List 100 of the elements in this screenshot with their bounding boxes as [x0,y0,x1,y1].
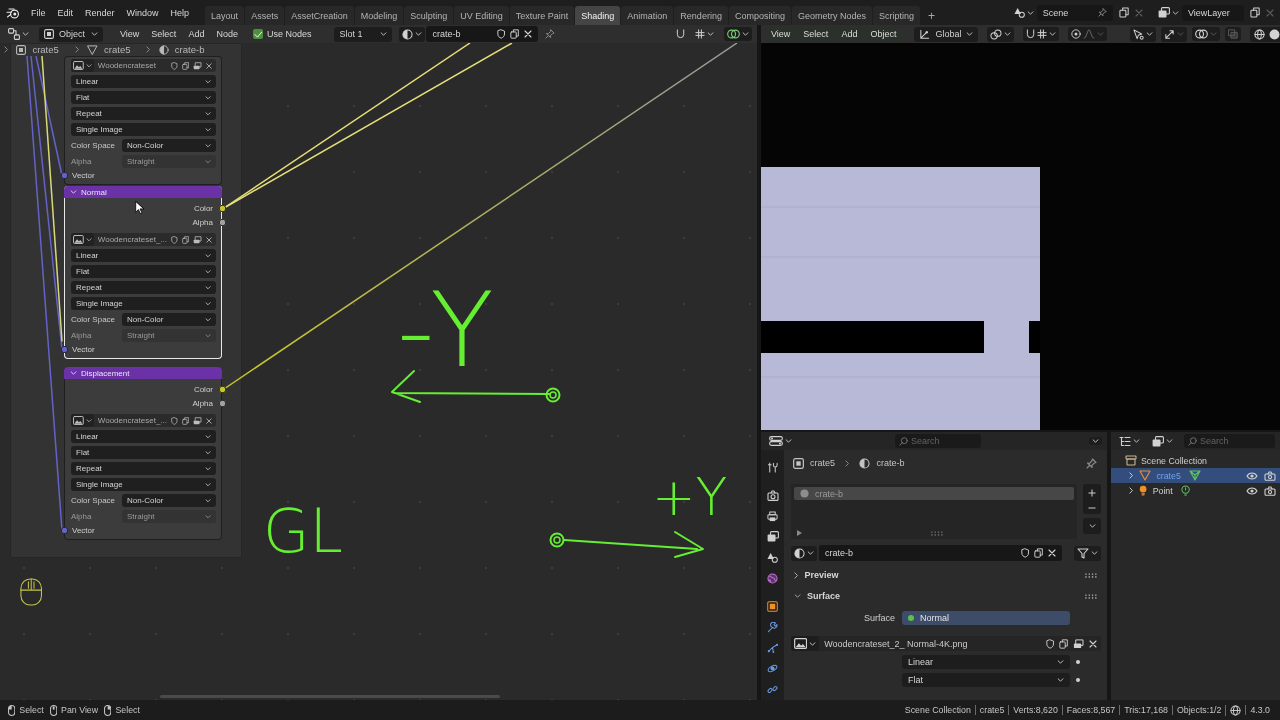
copy-icon[interactable] [181,61,190,70]
mode-dropdown[interactable]: Object [39,26,103,42]
shield-icon[interactable] [496,29,506,39]
view-layer-field[interactable]: ViewLayer [1181,4,1244,21]
workspace-tab[interactable]: Texture Paint [509,6,575,25]
dropdown[interactable]: Linear [71,430,216,443]
chevron-down-icon[interactable] [794,594,801,598]
close-icon[interactable] [206,236,212,243]
menu-item[interactable]: Object [865,26,902,42]
menu-item[interactable]: View [766,26,796,42]
add-workspace-button[interactable]: + [920,6,942,25]
camera-icon[interactable] [766,489,779,501]
menu-item[interactable]: Render [79,4,121,21]
socket-icon[interactable] [60,346,68,353]
eye-icon[interactable] [1246,471,1258,480]
image-browse-button[interactable] [71,233,94,246]
copy-icon[interactable] [181,235,190,244]
shield-icon[interactable] [1020,548,1029,558]
chevron-right-icon[interactable] [1129,472,1134,479]
pivot-button[interactable] [987,26,1015,42]
overlays-button[interactable] [1192,27,1221,41]
dropdown[interactable]: Flat [71,446,216,459]
app-logo-icon[interactable] [6,6,20,19]
globe-icon[interactable] [767,572,778,584]
eye-icon[interactable] [1246,486,1258,495]
dropdown[interactable]: Flat [902,673,1070,687]
package-icon[interactable] [1073,638,1084,649]
menu-item[interactable]: Select [145,26,183,42]
workspace-tab[interactable]: Shading [575,6,621,25]
package-icon[interactable] [193,61,202,70]
dropdown[interactable]: Single Image [71,123,216,136]
workspace-tab[interactable]: UV Editing [454,6,509,25]
search-field[interactable]: Search [895,434,981,448]
node-tree-button[interactable] [1074,545,1101,561]
square-icon[interactable] [767,600,778,612]
package-icon[interactable] [193,416,202,425]
workspace-tab[interactable]: Scripting [872,6,920,25]
panel-header[interactable]: Surface [791,589,1101,603]
selectability-button[interactable] [1130,26,1157,42]
dropdown[interactable]: Linear [71,249,216,262]
slot-dropdown[interactable]: Slot 1 [334,26,393,42]
package-icon[interactable] [193,235,202,244]
dropdown[interactable]: Non-Color [122,494,216,507]
copy-icon[interactable] [1249,7,1260,18]
gizmo-button[interactable] [1161,26,1188,42]
dropdown[interactable]: Repeat [71,107,216,120]
menu-item[interactable]: View [114,26,146,42]
link-icon[interactable] [767,684,778,696]
camera-icon[interactable] [1264,470,1276,481]
workspace-tab[interactable]: Rendering [674,6,728,25]
snap-button[interactable] [1023,27,1060,41]
socket-icon[interactable] [60,172,68,179]
cone-sphere-icon[interactable] [767,552,778,564]
wrench-icon[interactable] [767,621,778,633]
menu-item[interactable]: Edit [51,4,80,21]
plus-icon[interactable] [1088,489,1096,497]
workspace-tab[interactable]: Sculpting [404,6,454,25]
dropdown[interactable]: Non-Color [122,313,216,326]
copy-icon[interactable] [181,416,190,425]
chevron-right-icon[interactable] [1129,487,1134,494]
menu-item[interactable]: Node [210,26,244,42]
proportional-edit-button[interactable] [1068,27,1108,41]
dropdown[interactable]: Linear [902,655,1070,669]
menu-item[interactable]: Help [164,4,196,21]
image-browse-button[interactable] [71,59,94,72]
dropdown[interactable]: Single Image [71,478,216,491]
magnet-icon[interactable] [675,29,685,39]
workspace-tab[interactable]: Geometry Nodes [791,6,872,25]
horizontal-scrollbar[interactable] [160,695,500,698]
workspace-tab[interactable]: Modeling [354,6,404,25]
workspace-tab[interactable]: Layout [205,6,245,25]
workspace-tab[interactable]: AssetCreation [285,6,354,25]
dropdown[interactable]: Flat [71,265,216,278]
stacked-squares-icon[interactable] [766,531,779,543]
camera-icon[interactable] [1264,485,1276,496]
tools-icon[interactable] [767,461,778,473]
orientation-dropdown[interactable]: Global [914,26,979,42]
menu-item[interactable]: Select [798,26,834,42]
menu-item[interactable]: File [25,4,52,21]
particles-icon[interactable] [767,642,778,654]
tree-item[interactable]: Point [1111,483,1280,498]
dropdown[interactable]: Repeat [71,281,216,294]
copy-icon[interactable] [1118,7,1129,18]
pin-icon[interactable] [1086,457,1097,469]
pin-icon[interactable] [1097,8,1107,17]
dropdown[interactable]: Linear [71,75,216,88]
overlays-button[interactable] [724,27,752,41]
image-name-field[interactable]: Woodencrateset_... [97,235,168,244]
material-name-field[interactable]: crate-b [819,545,1062,561]
printer-icon[interactable] [767,510,778,522]
workspace-tab[interactable]: Assets [245,6,285,25]
close-icon[interactable] [206,417,212,424]
material-name-field[interactable]: crate-b [426,26,539,42]
menu-item[interactable]: Window [120,4,165,21]
chevron-right-icon[interactable] [794,571,799,579]
dropdown[interactable]: Non-Color [122,139,216,152]
copy-icon[interactable] [1033,548,1043,558]
panel-header[interactable]: Preview [791,568,1101,582]
menu-item[interactable]: Add [182,26,211,42]
surface-shader-field[interactable]: Normal [902,611,1070,625]
